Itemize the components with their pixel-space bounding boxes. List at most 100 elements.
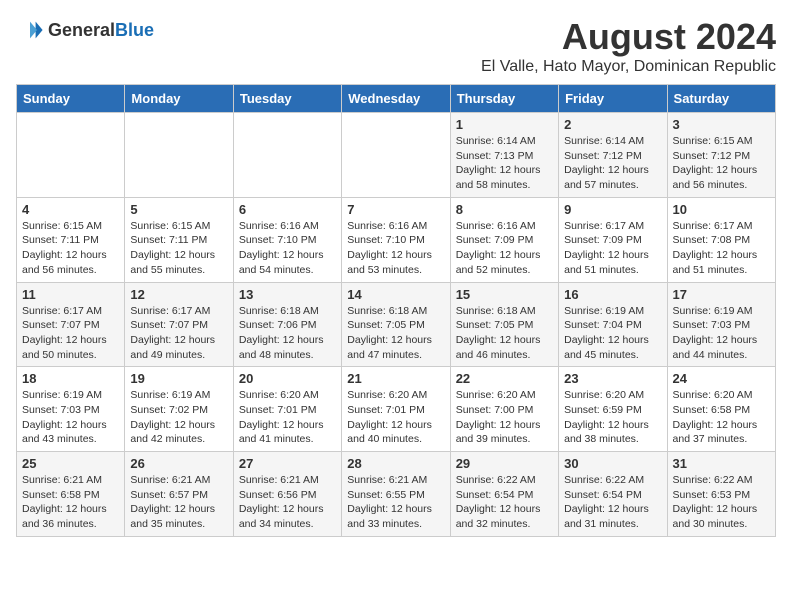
cell-content: Sunrise: 6:20 AM Sunset: 7:01 PM Dayligh…	[239, 388, 336, 447]
calendar-week-3: 11 Sunrise: 6:17 AM Sunset: 7:07 PM Dayli…	[17, 282, 776, 367]
calendar-cell: 30 Sunrise: 6:22 AM Sunset: 6:54 PM Dayli…	[559, 452, 667, 537]
day-number: 30	[564, 456, 661, 471]
calendar-cell: 12 Sunrise: 6:17 AM Sunset: 7:07 PM Dayli…	[125, 282, 233, 367]
month-year: August 2024	[481, 16, 776, 58]
day-number: 27	[239, 456, 336, 471]
cell-content: Sunrise: 6:19 AM Sunset: 7:03 PM Dayligh…	[673, 304, 770, 363]
day-number: 24	[673, 371, 770, 386]
calendar-cell: 25Sunrise: 6:21 AM Sunset: 6:58 PM Dayli…	[17, 452, 125, 537]
day-number: 2	[564, 117, 661, 132]
cell-content: Sunrise: 6:21 AM Sunset: 6:56 PM Dayligh…	[239, 473, 336, 532]
calendar-week-2: 4Sunrise: 6:15 AM Sunset: 7:11 PM Daylig…	[17, 197, 776, 282]
cell-content: Sunrise: 6:19 AM Sunset: 7:03 PM Dayligh…	[22, 388, 119, 447]
calendar-cell	[342, 113, 450, 198]
calendar-cell: 13 Sunrise: 6:18 AM Sunset: 7:06 PM Dayli…	[233, 282, 341, 367]
cell-content: Sunrise: 6:19 AM Sunset: 7:04 PM Dayligh…	[564, 304, 661, 363]
calendar-header-row: SundayMondayTuesdayWednesdayThursdayFrid…	[17, 85, 776, 113]
calendar-cell: 20Sunrise: 6:20 AM Sunset: 7:01 PM Dayli…	[233, 367, 341, 452]
calendar-cell: 8 Sunrise: 6:16 AM Sunset: 7:09 PM Daylig…	[450, 197, 558, 282]
cell-content: Sunrise: 6:15 AM Sunset: 7:11 PM Dayligh…	[22, 219, 119, 278]
cell-content: Sunrise: 6:20 AM Sunset: 7:00 PM Dayligh…	[456, 388, 553, 447]
calendar-cell: 7 Sunrise: 6:16 AM Sunset: 7:10 PM Daylig…	[342, 197, 450, 282]
cell-content: Sunrise: 6:22 AM Sunset: 6:54 PM Dayligh…	[564, 473, 661, 532]
day-number: 21	[347, 371, 444, 386]
day-number: 1	[456, 117, 553, 132]
calendar-cell: 5Sunrise: 6:15 AM Sunset: 7:11 PM Daylig…	[125, 197, 233, 282]
cell-content: Sunrise: 6:21 AM Sunset: 6:57 PM Dayligh…	[130, 473, 227, 532]
calendar-cell: 16Sunrise: 6:19 AM Sunset: 7:04 PM Dayli…	[559, 282, 667, 367]
cell-content: Sunrise: 6:18 AM Sunset: 7:05 PM Dayligh…	[347, 304, 444, 363]
day-number: 9	[564, 202, 661, 217]
day-number: 12	[130, 287, 227, 302]
calendar-cell	[125, 113, 233, 198]
cell-content: Sunrise: 6:14 AM Sunset: 7:13 PM Dayligh…	[456, 134, 553, 193]
calendar-week-1: 1 Sunrise: 6:14 AM Sunset: 7:13 PM Daylig…	[17, 113, 776, 198]
logo: GeneralBlue	[16, 16, 154, 44]
cell-content: Sunrise: 6:21 AM Sunset: 6:55 PM Dayligh…	[347, 473, 444, 532]
calendar-cell: 29 Sunrise: 6:22 AM Sunset: 6:54 PM Dayli…	[450, 452, 558, 537]
day-number: 26	[130, 456, 227, 471]
header-thursday: Thursday	[450, 85, 558, 113]
cell-content: Sunrise: 6:16 AM Sunset: 7:09 PM Dayligh…	[456, 219, 553, 278]
calendar-cell: 3 Sunrise: 6:15 AM Sunset: 7:12 PM Daylig…	[667, 113, 775, 198]
cell-content: Sunrise: 6:22 AM Sunset: 6:53 PM Dayligh…	[673, 473, 770, 532]
day-number: 3	[673, 117, 770, 132]
calendar-cell: 10Sunrise: 6:17 AM Sunset: 7:08 PM Dayli…	[667, 197, 775, 282]
header-saturday: Saturday	[667, 85, 775, 113]
calendar-cell: 15 Sunrise: 6:18 AM Sunset: 7:05 PM Dayli…	[450, 282, 558, 367]
cell-content: Sunrise: 6:21 AM Sunset: 6:58 PM Dayligh…	[22, 473, 119, 532]
day-number: 11	[22, 287, 119, 302]
calendar-cell	[233, 113, 341, 198]
day-number: 8	[456, 202, 553, 217]
calendar-cell: 4Sunrise: 6:15 AM Sunset: 7:11 PM Daylig…	[17, 197, 125, 282]
day-number: 6	[239, 202, 336, 217]
cell-content: Sunrise: 6:22 AM Sunset: 6:54 PM Dayligh…	[456, 473, 553, 532]
cell-content: Sunrise: 6:14 AM Sunset: 7:12 PM Dayligh…	[564, 134, 661, 193]
calendar-week-5: 25Sunrise: 6:21 AM Sunset: 6:58 PM Dayli…	[17, 452, 776, 537]
cell-content: Sunrise: 6:20 AM Sunset: 7:01 PM Dayligh…	[347, 388, 444, 447]
day-number: 7	[347, 202, 444, 217]
header-tuesday: Tuesday	[233, 85, 341, 113]
calendar-cell: 18Sunrise: 6:19 AM Sunset: 7:03 PM Dayli…	[17, 367, 125, 452]
cell-content: Sunrise: 6:17 AM Sunset: 7:07 PM Dayligh…	[130, 304, 227, 363]
day-number: 5	[130, 202, 227, 217]
header-wednesday: Wednesday	[342, 85, 450, 113]
calendar-cell: 1 Sunrise: 6:14 AM Sunset: 7:13 PM Daylig…	[450, 113, 558, 198]
cell-content: Sunrise: 6:18 AM Sunset: 7:05 PM Dayligh…	[456, 304, 553, 363]
calendar-cell: 26 Sunrise: 6:21 AM Sunset: 6:57 PM Dayli…	[125, 452, 233, 537]
title-area: August 2024 El Valle, Hato Mayor, Domini…	[481, 16, 776, 76]
day-number: 29	[456, 456, 553, 471]
day-number: 13	[239, 287, 336, 302]
calendar-cell: 17 Sunrise: 6:19 AM Sunset: 7:03 PM Dayli…	[667, 282, 775, 367]
calendar-cell: 23Sunrise: 6:20 AM Sunset: 6:59 PM Dayli…	[559, 367, 667, 452]
day-number: 15	[456, 287, 553, 302]
location: El Valle, Hato Mayor, Dominican Republic	[481, 58, 776, 76]
calendar-table: SundayMondayTuesdayWednesdayThursdayFrid…	[16, 84, 776, 537]
calendar-cell: 11 Sunrise: 6:17 AM Sunset: 7:07 PM Dayli…	[17, 282, 125, 367]
calendar-cell: 14Sunrise: 6:18 AM Sunset: 7:05 PM Dayli…	[342, 282, 450, 367]
logo-icon	[16, 16, 44, 44]
calendar-cell	[17, 113, 125, 198]
calendar-cell: 31 Sunrise: 6:22 AM Sunset: 6:53 PM Dayli…	[667, 452, 775, 537]
header-sunday: Sunday	[17, 85, 125, 113]
calendar-cell: 22Sunrise: 6:20 AM Sunset: 7:00 PM Dayli…	[450, 367, 558, 452]
cell-content: Sunrise: 6:16 AM Sunset: 7:10 PM Dayligh…	[239, 219, 336, 278]
logo-blue: Blue	[115, 20, 154, 40]
calendar-cell: 24 Sunrise: 6:20 AM Sunset: 6:58 PM Dayli…	[667, 367, 775, 452]
cell-content: Sunrise: 6:16 AM Sunset: 7:10 PM Dayligh…	[347, 219, 444, 278]
calendar-cell: 2 Sunrise: 6:14 AM Sunset: 7:12 PM Daylig…	[559, 113, 667, 198]
cell-content: Sunrise: 6:15 AM Sunset: 7:12 PM Dayligh…	[673, 134, 770, 193]
cell-content: Sunrise: 6:20 AM Sunset: 6:58 PM Dayligh…	[673, 388, 770, 447]
day-number: 31	[673, 456, 770, 471]
cell-content: Sunrise: 6:18 AM Sunset: 7:06 PM Dayligh…	[239, 304, 336, 363]
day-number: 28	[347, 456, 444, 471]
day-number: 19	[130, 371, 227, 386]
day-number: 23	[564, 371, 661, 386]
calendar-cell: 21 Sunrise: 6:20 AM Sunset: 7:01 PM Dayli…	[342, 367, 450, 452]
cell-content: Sunrise: 6:17 AM Sunset: 7:09 PM Dayligh…	[564, 219, 661, 278]
cell-content: Sunrise: 6:17 AM Sunset: 7:07 PM Dayligh…	[22, 304, 119, 363]
calendar-week-4: 18Sunrise: 6:19 AM Sunset: 7:03 PM Dayli…	[17, 367, 776, 452]
page-header: GeneralBlue August 2024 El Valle, Hato M…	[16, 16, 776, 76]
day-number: 17	[673, 287, 770, 302]
calendar-cell: 6 Sunrise: 6:16 AM Sunset: 7:10 PM Daylig…	[233, 197, 341, 282]
